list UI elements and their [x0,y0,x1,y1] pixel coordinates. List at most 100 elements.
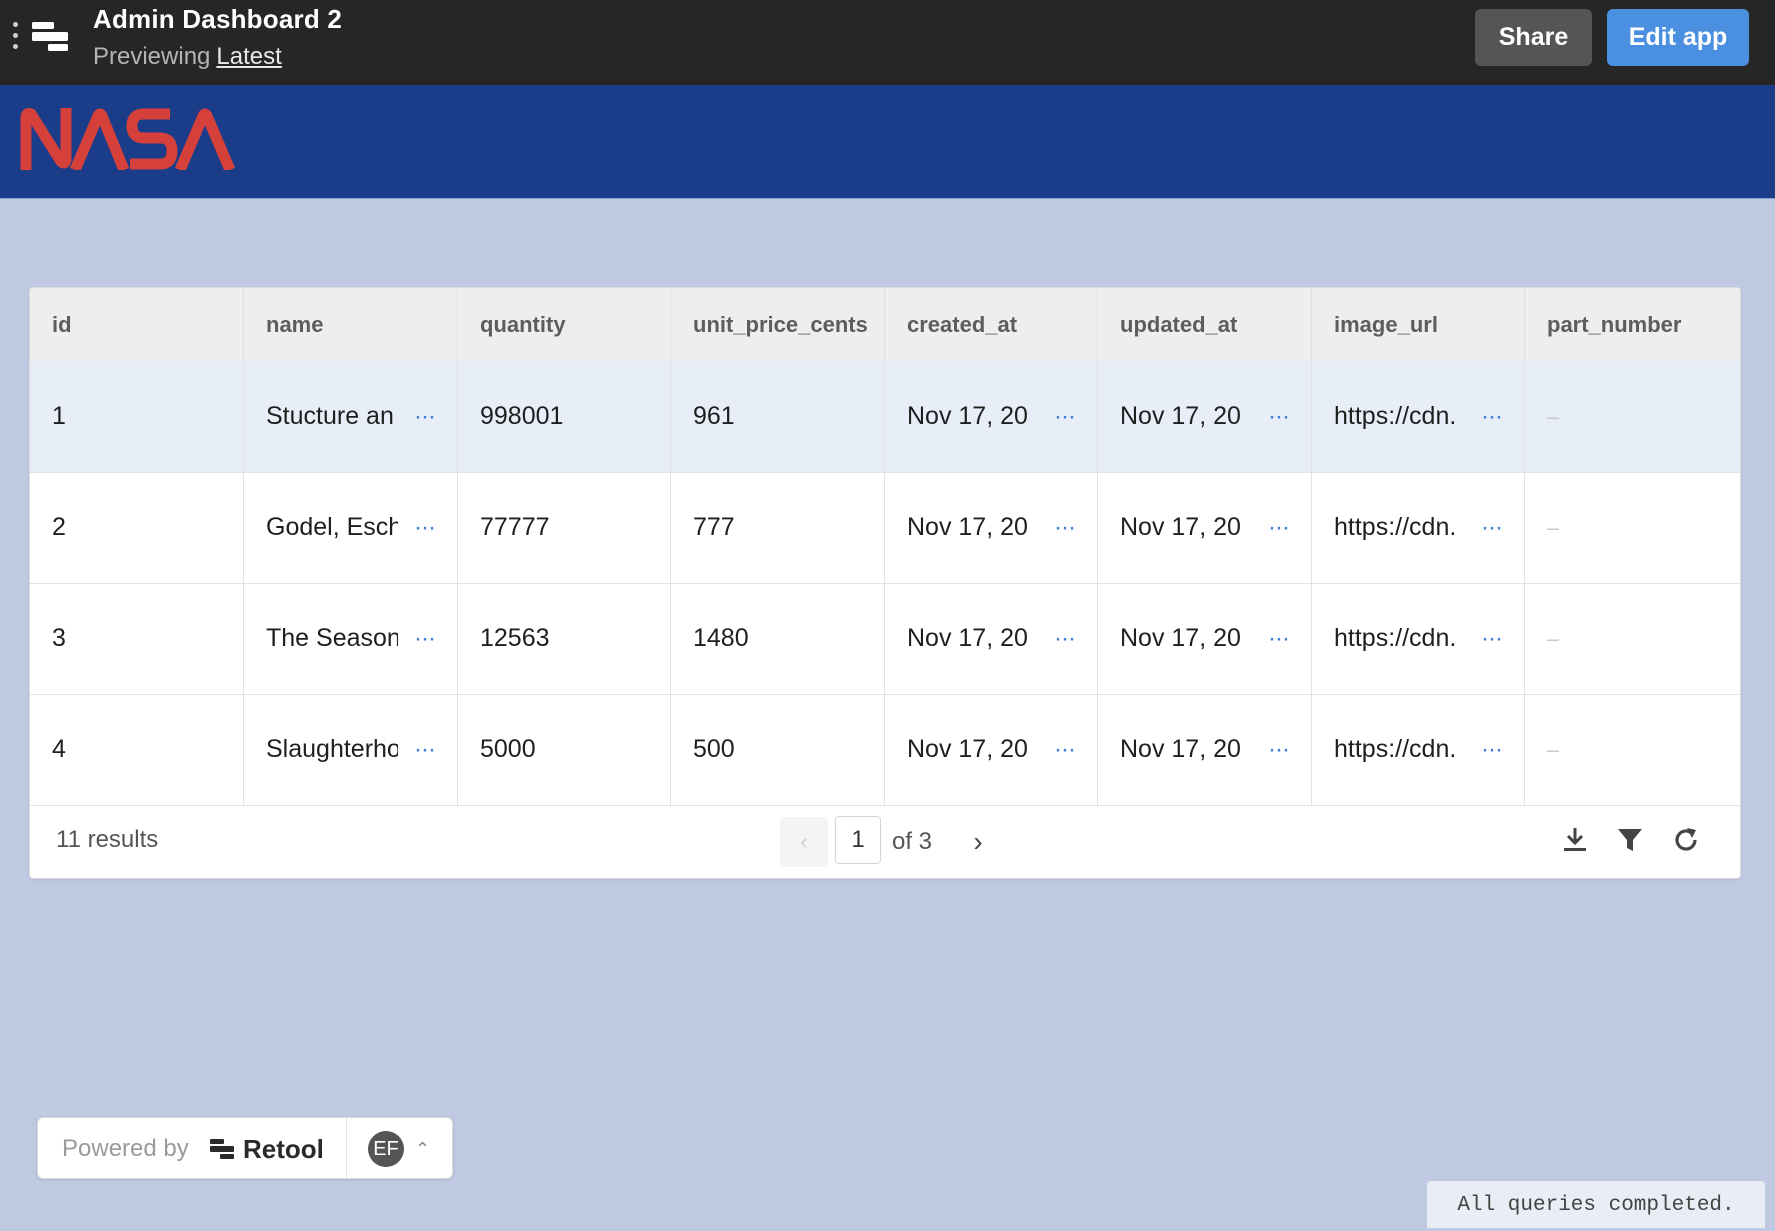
cell-id[interactable]: 3 [30,583,244,694]
cell-unit-price-cents[interactable]: 961 [671,361,885,472]
cell-part-number[interactable]: – [1525,361,1740,472]
cell-id[interactable]: 4 [30,694,244,805]
filter-icon[interactable] [1615,825,1645,855]
cell-image-url[interactable]: https://cdn. ··· [1312,361,1525,472]
cell-value: – [1547,515,1560,540]
cell-value: – [1547,737,1560,762]
cell-updated-at[interactable]: Nov 17, 20 ··· [1098,361,1312,472]
download-icon[interactable] [1560,825,1590,855]
previous-page-button[interactable]: ‹ [780,817,828,867]
cell-part-number[interactable]: – [1525,694,1740,805]
cell-value: 4 [52,735,66,763]
expand-cell-icon[interactable]: ··· [1481,361,1503,472]
cell-value: 961 [693,402,735,430]
cell-value: 1480 [693,624,749,652]
cell-value: 2 [52,513,66,541]
cell-updated-at[interactable]: Nov 17, 20 ··· [1098,694,1312,805]
cell-value: 1 [52,402,66,430]
retool-logo-icon[interactable] [32,18,70,58]
cell-created-at[interactable]: Nov 17, 20 ··· [885,472,1098,583]
table-footer: 11 results ‹ of 3 › [30,805,1740,878]
share-button[interactable]: Share [1475,9,1592,66]
expand-cell-icon[interactable]: ··· [414,361,436,472]
powered-by-label: Powered by [62,1135,189,1162]
refresh-icon[interactable] [1671,825,1701,855]
cell-value: Nov 17, 20 [1120,624,1241,652]
edit-app-button[interactable]: Edit app [1607,9,1749,66]
cell-part-number[interactable]: – [1525,472,1740,583]
cell-part-number[interactable]: – [1525,583,1740,694]
cell-image-url[interactable]: https://cdn. ··· [1312,472,1525,583]
version-link[interactable]: Latest [216,43,281,70]
powered-by-retool[interactable]: Powered by Retool EF ⌃ [37,1117,453,1179]
expand-cell-icon[interactable]: ··· [1054,472,1076,583]
user-avatar[interactable]: EF [368,1131,404,1167]
cell-quantity[interactable]: 12563 [458,583,671,694]
cell-id[interactable]: 1 [30,361,244,472]
cell-name[interactable]: Godel, Esch ··· [244,472,458,583]
cell-image-url[interactable]: https://cdn. ··· [1312,694,1525,805]
cell-value: Nov 17, 20 [907,735,1028,763]
cell-unit-price-cents[interactable]: 777 [671,472,885,583]
expand-cell-icon[interactable]: ··· [1481,583,1503,694]
column-header-id[interactable]: id [30,288,244,361]
cell-created-at[interactable]: Nov 17, 20 ··· [885,361,1098,472]
column-header-quantity[interactable]: quantity [458,288,671,361]
cell-updated-at[interactable]: Nov 17, 20 ··· [1098,472,1312,583]
cell-quantity[interactable]: 998001 [458,361,671,472]
cell-name[interactable]: Stucture an ··· [244,361,458,472]
table-row[interactable]: 2 Godel, Esch ··· 77777 777 Nov 17, 20 ··· Nov … [30,472,1740,584]
cell-updated-at[interactable]: Nov 17, 20 ··· [1098,583,1312,694]
cell-value: Nov 17, 20 [1120,513,1241,541]
cell-value: 998001 [480,402,564,430]
cell-value: Nov 17, 20 [907,513,1028,541]
table-row[interactable]: 1 Stucture an ··· 998001 961 Nov 17, 20 ··· Nov… [30,361,1740,473]
app-header: Admin Dashboard 2 Previewing Latest Share… [0,0,1775,85]
table-row[interactable]: 3 The Season ··· 12563 1480 Nov 17, 20 ··· Nov … [30,583,1740,695]
expand-cell-icon[interactable]: ··· [414,472,436,583]
cell-value: 3 [52,624,66,652]
cell-quantity[interactable]: 77777 [458,472,671,583]
cell-value: 500 [693,735,735,763]
expand-cell-icon[interactable]: ··· [414,583,436,694]
retool-logo-icon [210,1139,234,1159]
cell-created-at[interactable]: Nov 17, 20 ··· [885,583,1098,694]
cell-image-url[interactable]: https://cdn. ··· [1312,583,1525,694]
preview-status: Previewing Latest [93,43,282,71]
cell-value: https://cdn. [1334,624,1457,652]
cell-created-at[interactable]: Nov 17, 20 ··· [885,694,1098,805]
next-page-button[interactable]: › [960,817,996,867]
column-header-part-number[interactable]: part_number [1525,288,1740,361]
cell-value: 77777 [480,513,550,541]
table-row[interactable]: 4 Slaughterho ··· 5000 500 Nov 17, 20 ··· Nov 1… [30,694,1740,806]
cell-value: Stucture an [266,402,394,430]
column-header-unit-price-cents[interactable]: unit_price_cents [671,288,885,361]
cell-unit-price-cents[interactable]: 500 [671,694,885,805]
page-number-input[interactable] [835,816,881,864]
column-header-name[interactable]: name [244,288,458,361]
expand-cell-icon[interactable]: ··· [1054,694,1076,805]
expand-cell-icon[interactable]: ··· [1054,583,1076,694]
cell-unit-price-cents[interactable]: 1480 [671,583,885,694]
divider [346,1118,347,1178]
expand-cell-icon[interactable]: ··· [414,694,436,805]
expand-cell-icon[interactable]: ··· [1481,694,1503,805]
column-header-created-at[interactable]: created_at [885,288,1098,361]
expand-cell-icon[interactable]: ··· [1054,361,1076,472]
cell-value: Nov 17, 20 [907,624,1028,652]
expand-cell-icon[interactable]: ··· [1268,472,1290,583]
column-header-updated-at[interactable]: updated_at [1098,288,1312,361]
cell-quantity[interactable]: 5000 [458,694,671,805]
expand-cell-icon[interactable]: ··· [1481,472,1503,583]
column-header-image-url[interactable]: image_url [1312,288,1525,361]
expand-cell-icon[interactable]: ··· [1268,361,1290,472]
chevron-up-icon[interactable]: ⌃ [415,1118,430,1180]
cell-name[interactable]: Slaughterho ··· [244,694,458,805]
kebab-menu-icon[interactable] [10,22,22,52]
cell-name[interactable]: The Season ··· [244,583,458,694]
query-status: All queries completed. [1427,1181,1765,1228]
cell-id[interactable]: 2 [30,472,244,583]
expand-cell-icon[interactable]: ··· [1268,583,1290,694]
page-total: of 3 [892,828,933,855]
expand-cell-icon[interactable]: ··· [1268,694,1290,805]
